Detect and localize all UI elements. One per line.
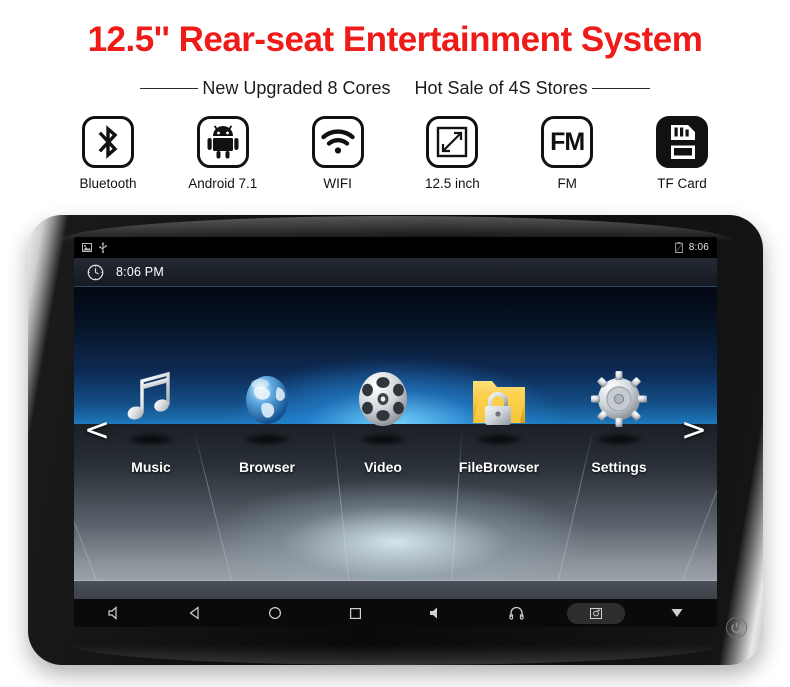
app-browser[interactable]: Browser	[214, 365, 320, 475]
nav-headphones-button[interactable]	[476, 599, 556, 627]
screen-size-icon	[436, 126, 468, 158]
gear-settings-icon	[566, 365, 672, 427]
feature-android: Android 7.1	[177, 116, 269, 191]
app-row: Music Browser Video FileBrowser Settings	[74, 287, 717, 599]
bluetooth-icon-box	[82, 116, 134, 168]
power-icon	[731, 622, 742, 633]
volume-down-icon	[107, 606, 122, 620]
status-bar-time: 8:06	[688, 242, 709, 253]
icon-shadow	[596, 434, 642, 445]
feature-wifi: WIFI	[292, 116, 384, 191]
notification-bar[interactable]: 8:06 PM	[74, 258, 717, 287]
headphones-icon	[509, 606, 524, 620]
film-reel-icon	[330, 365, 436, 427]
icon-shadow	[128, 434, 174, 445]
nav-screenshot-button[interactable]	[556, 599, 636, 627]
fm-radio-icon: FM	[550, 127, 585, 156]
feature-fm: FM FM	[521, 116, 613, 191]
app-label: Settings	[591, 459, 647, 475]
feature-label: 12.5 inch	[424, 176, 480, 191]
rule-left	[140, 88, 199, 89]
feature-bluetooth: Bluetooth	[62, 116, 154, 191]
volume-up-icon	[428, 606, 443, 620]
app-label: FileBrowser	[458, 459, 540, 475]
prev-page-arrow[interactable]: <	[84, 415, 110, 446]
wifi-icon	[320, 129, 355, 155]
nav-volume-up-button[interactable]	[396, 599, 476, 627]
promo-page: 12.5'' Rear-seat Entertainment System Ne…	[0, 0, 790, 687]
feature-label: Bluetooth	[79, 176, 137, 191]
nav-volume-down-button[interactable]	[74, 599, 154, 627]
subtitle-right: Hot Sale of 4S Stores	[414, 78, 588, 98]
app-video[interactable]: Video	[330, 365, 436, 475]
app-label: Music	[131, 459, 171, 475]
nav-collapse-button[interactable]	[637, 599, 717, 627]
android-icon-box	[196, 116, 249, 168]
app-label: Browser	[238, 459, 296, 475]
feature-label: TF Card	[657, 176, 707, 191]
power-button[interactable]	[726, 617, 747, 638]
collapse-down-icon	[670, 607, 684, 619]
wifi-icon-box	[311, 116, 364, 168]
status-right-group: 8:06	[674, 242, 709, 253]
app-settings[interactable]: Settings	[566, 365, 672, 475]
globe-browser-icon	[214, 365, 320, 427]
tablet-screen[interactable]: 8:06 8:06 PM Music Browser Video FileBro…	[74, 237, 717, 627]
recents-icon	[349, 607, 362, 620]
screenshot-icon	[82, 243, 92, 252]
android-status-bar: 8:06	[74, 237, 717, 258]
icon-shadow	[360, 434, 406, 445]
nav-recents-button[interactable]	[315, 599, 395, 627]
next-page-arrow[interactable]: >	[681, 415, 707, 446]
tablet-device: 8:06 8:06 PM Music Browser Video FileBro…	[28, 215, 763, 665]
clock-icon	[87, 264, 104, 281]
fm-icon-box: FM	[541, 116, 594, 168]
feature-label: WIFI	[323, 176, 352, 191]
app-music[interactable]: Music	[98, 365, 204, 475]
feature-screen-size: 12.5 inch	[406, 116, 498, 191]
feature-icon-row: Bluetooth Android 7.1 WIFI 12.5 inch FM …	[62, 116, 728, 202]
usb-icon	[99, 242, 107, 253]
back-icon	[188, 606, 201, 620]
locked-folder-icon	[446, 365, 552, 427]
android-robot-icon	[207, 125, 239, 159]
nav-back-button[interactable]	[154, 599, 234, 627]
rule-right	[591, 88, 650, 89]
app-label: Video	[364, 459, 402, 475]
sd-card-icon	[668, 125, 696, 159]
home-icon	[268, 606, 282, 620]
app-filebrowser[interactable]: FileBrowser	[446, 365, 552, 475]
subtitle-left: New Upgraded 8 Cores	[202, 78, 391, 98]
launcher-scene: Music Browser Video FileBrowser Settings…	[74, 287, 717, 599]
notification-time: 8:06 PM	[116, 265, 164, 279]
icon-shadow	[244, 434, 290, 445]
page-title: 12.5'' Rear-seat Entertainment System	[87, 20, 703, 59]
music-note-icon	[98, 365, 204, 427]
screenshot-camera-icon	[590, 607, 603, 619]
screen-size-icon-box	[426, 116, 479, 168]
nav-home-button[interactable]	[235, 599, 315, 627]
status-left-icons	[82, 242, 107, 253]
battery-icon	[674, 242, 683, 253]
icon-shadow	[476, 434, 522, 445]
subtitle-row: New Upgraded 8 Cores Hot Sale of 4S Stor…	[0, 78, 790, 99]
screenshot-pill[interactable]	[567, 602, 626, 624]
bluetooth-icon	[96, 125, 120, 159]
android-nav-bar	[74, 599, 717, 627]
feature-label: Android 7.1	[188, 176, 258, 191]
feature-label: FM	[557, 176, 577, 191]
feature-tf-card: TF Card	[636, 116, 728, 191]
sd-card-icon-box	[655, 116, 708, 168]
